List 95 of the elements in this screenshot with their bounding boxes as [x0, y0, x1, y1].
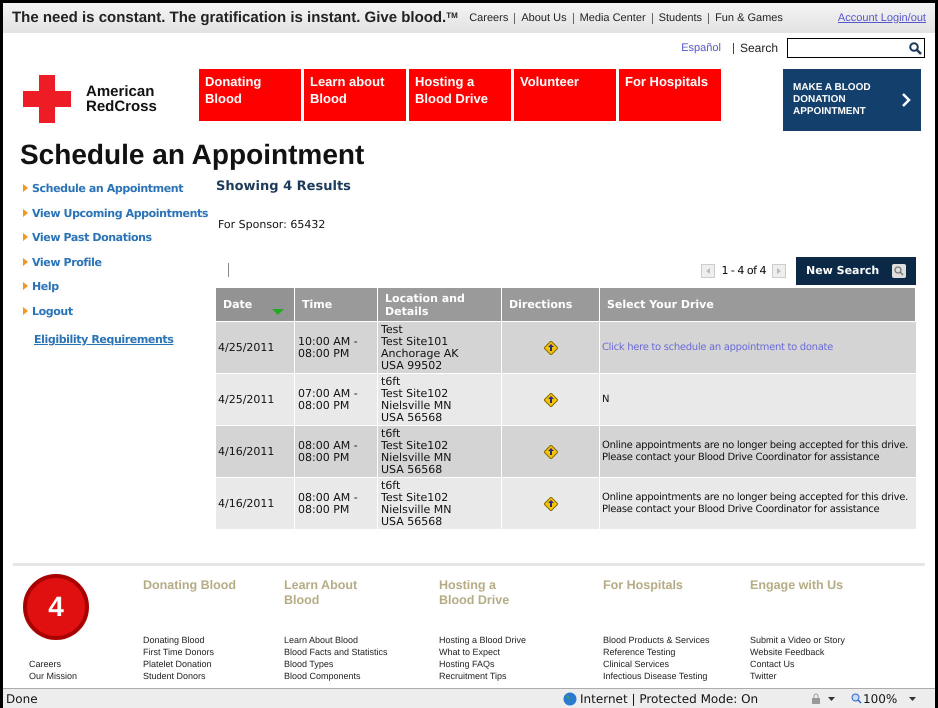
- language-link[interactable]: Español: [681, 40, 721, 56]
- footer-link[interactable]: Blood Products & Services: [603, 634, 750, 646]
- footer-heading: Donating Blood: [143, 578, 238, 593]
- sidebar-link[interactable]: View Profile: [32, 254, 102, 271]
- footer-link[interactable]: Reference Testing: [603, 646, 750, 658]
- footer-link[interactable]: Contact Us: [750, 658, 900, 670]
- footer-link[interactable]: Our Mission: [29, 670, 143, 682]
- new-search-button[interactable]: New Search: [796, 257, 916, 285]
- directions-icon[interactable]: [544, 444, 558, 458]
- footer-link[interactable]: Platelet Donation: [143, 658, 284, 670]
- caret-icon: [23, 208, 29, 216]
- account-link[interactable]: Account Login/out: [838, 10, 926, 26]
- time-cell: 07:00 AM - 08:00 PM: [298, 388, 358, 412]
- footer-heading: Hosting a Blood Drive: [439, 578, 510, 608]
- location-cell: t6ft Test Site102 Nielsville MN USA 56568: [381, 480, 452, 528]
- appointment-button[interactable]: MAKE A BLOOD DONATION APPOINTMENT: [783, 69, 921, 131]
- step-badge: 4: [23, 574, 89, 640]
- page-title: Schedule an Appointment: [20, 139, 364, 171]
- directions-icon[interactable]: [544, 392, 558, 406]
- caret-icon: [23, 282, 29, 290]
- footer-link[interactable]: What to Expect: [439, 646, 603, 658]
- caret-icon: [23, 258, 29, 266]
- caret-icon: [23, 306, 29, 314]
- footer-link[interactable]: Hosting a Blood Drive: [439, 634, 603, 646]
- footer-link[interactable]: Donating Blood: [143, 634, 284, 646]
- nav-tab[interactable]: Learn about Blood: [304, 69, 406, 121]
- chevron-right-icon: [902, 93, 911, 107]
- eligibility-link[interactable]: Eligibility Requirements: [34, 332, 216, 348]
- caret-icon: [23, 184, 29, 192]
- footer-link[interactable]: Website Feedback: [750, 646, 900, 658]
- date-cell: 4/25/2011: [218, 394, 274, 406]
- footer-heading: For Hospitals: [603, 578, 684, 593]
- page-range: 1 - 4 of 4: [721, 262, 766, 279]
- left-arrow-icon: [706, 268, 710, 274]
- footer-link[interactable]: Submit a Video or Story: [750, 634, 900, 646]
- footer-link[interactable]: Recruitment Tips: [439, 670, 603, 682]
- time-cell: 10:00 AM - 08:00 PM: [298, 336, 358, 360]
- cross-logo-icon: [23, 75, 71, 123]
- drive-status: N: [602, 394, 610, 406]
- directions-icon[interactable]: [544, 496, 558, 510]
- dropdown-icon[interactable]: [909, 696, 916, 700]
- time-cell: 08:00 AM - 08:00 PM: [298, 440, 358, 464]
- search-field[interactable]: [787, 38, 925, 58]
- right-arrow-icon: [777, 268, 781, 274]
- status-text: Done: [5, 690, 39, 708]
- tagline: The need is constant. The gratification is instant. Give blood.$^{TM}$: [12, 8, 458, 28]
- footer-link[interactable]: Infectious Disease Testing: [603, 670, 750, 682]
- footer-link[interactable]: Clinical Services: [603, 658, 750, 670]
- sidebar-link[interactable]: View Past Donations: [32, 230, 152, 246]
- top-link[interactable]: About Us: [521, 10, 567, 26]
- location-cell: Test Test Site101 Anchorage AK USA 99502: [381, 324, 458, 372]
- logo-wordmark: American RedCross: [86, 84, 157, 114]
- sidebar-link[interactable]: Logout: [32, 304, 73, 320]
- nav-tab[interactable]: Volunteer: [514, 69, 616, 121]
- zoom-icon[interactable]: [851, 693, 862, 704]
- nav-tab[interactable]: Hosting a Blood Drive: [409, 69, 511, 121]
- footer-link[interactable]: Twitter: [750, 670, 900, 682]
- sidebar-link[interactable]: Help: [32, 279, 59, 296]
- footer-link[interactable]: Student Donors: [143, 670, 284, 682]
- drive-status: Online appointments are no longer being accepted for this drive. Please contact your Blood Drive Coordinator for assistance: [602, 440, 908, 464]
- caret-icon: [23, 233, 29, 241]
- nav-tab[interactable]: Donating Blood: [199, 69, 301, 121]
- date-cell: 4/25/2011: [218, 342, 274, 354]
- sidebar-link[interactable]: View Upcoming Appointments: [32, 206, 208, 222]
- search-icon[interactable]: [909, 42, 922, 54]
- directions-icon[interactable]: [544, 340, 558, 354]
- footer-link[interactable]: Careers: [29, 658, 143, 670]
- nav-tab[interactable]: For Hospitals: [619, 69, 721, 121]
- search-label: Search: [740, 40, 778, 57]
- drive-status: Online appointments are no longer being accepted for this drive. Please contact your Blood Drive Coordinator for assistance: [602, 492, 908, 516]
- footer-heading: Engage with Us: [750, 578, 844, 593]
- footer-link[interactable]: Blood Facts and Statistics: [284, 646, 439, 658]
- time-cell: 08:00 AM - 08:00 PM: [298, 492, 358, 516]
- location-cell: t6ft Test Site102 Nielsville MN USA 56568: [381, 376, 452, 424]
- zoom-level: 100%: [863, 690, 898, 708]
- footer-link[interactable]: Learn About Blood: [284, 634, 439, 646]
- date-cell: 4/16/2011: [218, 446, 274, 458]
- footer-heading: Learn About Blood: [284, 578, 358, 608]
- globe-icon: [563, 692, 577, 706]
- footer-link[interactable]: Blood Types: [284, 658, 439, 670]
- footer-link[interactable]: First Time Donors: [143, 646, 284, 658]
- top-link[interactable]: Careers: [469, 10, 508, 26]
- sponsor-label: For Sponsor: 65432: [218, 216, 326, 232]
- top-link[interactable]: Fun & Games: [715, 10, 783, 26]
- dropdown-icon[interactable]: [828, 696, 835, 700]
- footer-link[interactable]: Hosting FAQs: [439, 658, 603, 670]
- search-icon: [892, 264, 906, 278]
- security-zone: Internet | Protected Mode: On: [580, 690, 760, 708]
- location-cell: t6ft Test Site102 Nielsville MN USA 56568: [381, 428, 452, 476]
- sidebar-link[interactable]: Schedule an Appointment: [32, 181, 184, 198]
- footer-link[interactable]: Blood Components: [284, 670, 439, 682]
- date-cell: 4/16/2011: [218, 498, 274, 510]
- top-link[interactable]: Media Center: [580, 10, 646, 26]
- top-link[interactable]: Students: [658, 10, 702, 26]
- results-heading: Showing 4 Results: [216, 178, 352, 196]
